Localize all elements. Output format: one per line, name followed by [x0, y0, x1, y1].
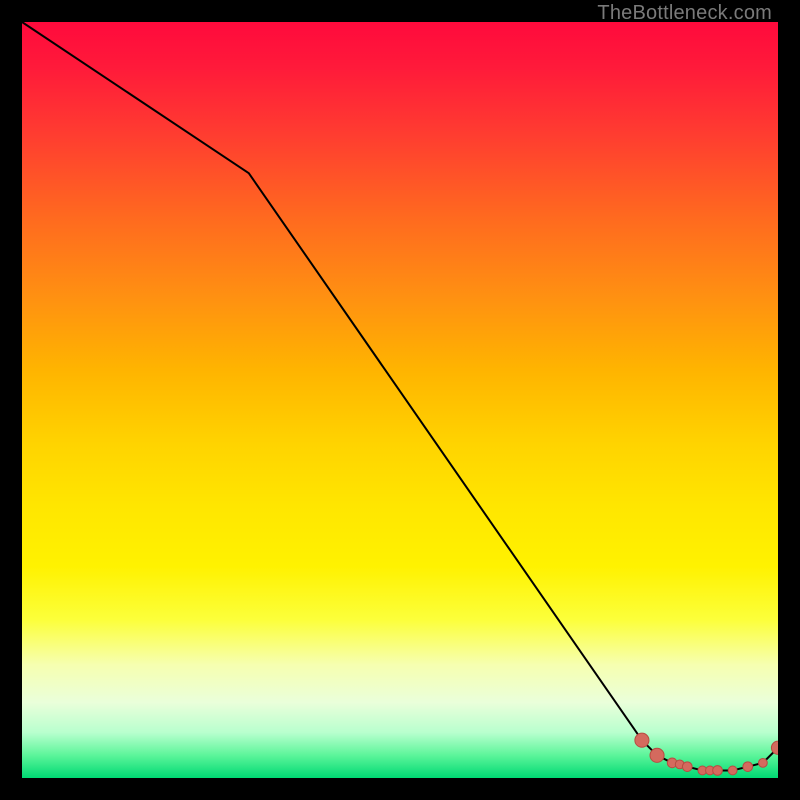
chart-gradient-background — [22, 22, 778, 778]
attribution-label: TheBottleneck.com — [597, 2, 772, 25]
chart-stage: TheBottleneck.com — [0, 0, 800, 800]
